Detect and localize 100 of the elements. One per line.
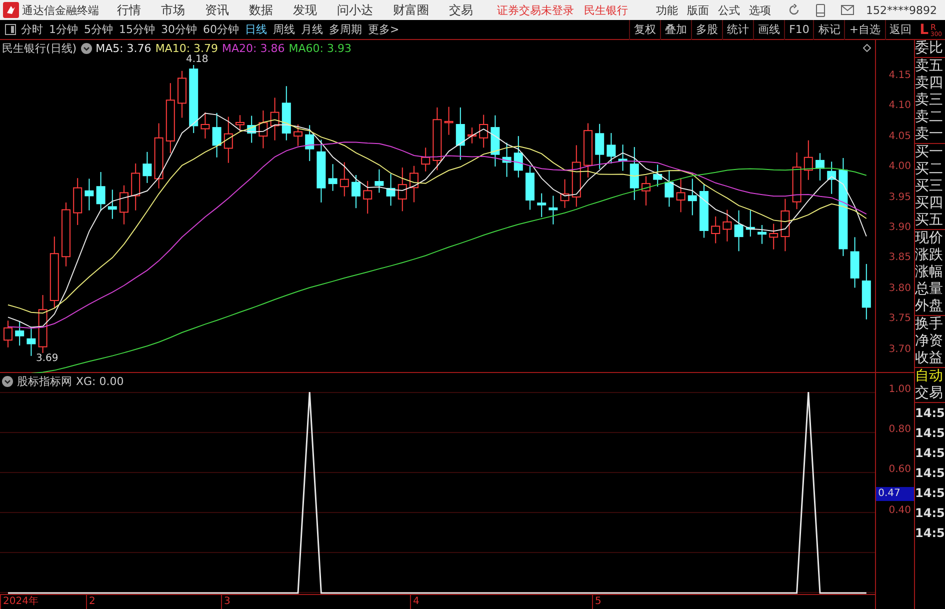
period-tab[interactable]: 分时 xyxy=(21,22,43,37)
quote-label: 卖五 xyxy=(915,58,944,75)
menu-item[interactable]: 功能 xyxy=(656,2,678,18)
quote-label: 总量 xyxy=(915,281,944,298)
quote-label: 卖三 xyxy=(915,92,944,109)
period-tab[interactable]: 15分钟 xyxy=(119,22,155,37)
toolbar-button[interactable]: 标记 xyxy=(813,20,844,40)
ma-legend: MA60: 3.93 xyxy=(288,42,352,55)
mail-icon[interactable] xyxy=(841,5,854,15)
toolbar-button[interactable]: 复权 xyxy=(629,20,660,40)
quote-label: 换手 xyxy=(915,316,944,333)
price-axis-label: 4.05 xyxy=(888,130,912,142)
price-axis-label: 3.80 xyxy=(888,282,912,294)
menu-item[interactable]: 市场 xyxy=(161,2,185,18)
quote-label: 买三 xyxy=(915,178,944,195)
trade-time: 14:5 xyxy=(915,405,945,422)
quote-label: 买二 xyxy=(915,161,944,178)
refresh-icon[interactable] xyxy=(788,4,800,16)
ma-legend: MA20: 3.86 xyxy=(222,42,285,55)
ma-legend: MA5: 3.76 xyxy=(96,42,152,55)
menu-item[interactable]: 问小达 xyxy=(337,2,373,18)
toolbar-button[interactable]: 统计 xyxy=(722,20,754,40)
settings-icon[interactable] xyxy=(2,376,13,387)
period-tab[interactable]: 日线 xyxy=(245,22,267,37)
menu-item[interactable]: 发现 xyxy=(293,2,317,18)
menu-item[interactable]: 资讯 xyxy=(205,2,229,18)
indicator-axis-label: 1.00 xyxy=(888,384,912,395)
menu-item[interactable]: 交易 xyxy=(449,2,473,18)
period-tab[interactable]: 30分钟 xyxy=(161,22,197,37)
date-axis-label: 2024年 xyxy=(0,595,38,609)
layout-label: L xyxy=(920,22,929,38)
quote-label: 卖二 xyxy=(915,109,944,126)
price-axis-label: 3.70 xyxy=(888,344,912,355)
quote-label: 买五 xyxy=(915,212,944,229)
trade-time: 14:5 xyxy=(915,505,945,522)
trade-time: 14:5 xyxy=(915,525,945,542)
toolbar-button[interactable]: +自选 xyxy=(844,20,885,40)
period-tab[interactable]: 更多> xyxy=(368,22,400,37)
date-axis-label: 4 xyxy=(410,595,420,609)
ma-legend: MA10: 3.79 xyxy=(155,42,218,55)
app-title: 通达信金融终端 xyxy=(22,2,99,18)
price-axis-label: 3.90 xyxy=(888,222,912,233)
auto-label[interactable]: 自动 xyxy=(915,368,945,385)
login-status[interactable]: 证券交易未登录 xyxy=(497,2,574,18)
menu-item[interactable]: 选项 xyxy=(749,2,771,18)
chart-title: 民生银行(日线) xyxy=(2,41,77,56)
toolbar-button[interactable]: 叠加 xyxy=(660,20,692,40)
price-axis-label: 4.00 xyxy=(888,161,912,172)
menu-item[interactable]: 版面 xyxy=(687,2,709,18)
quote-label: 委比 xyxy=(915,40,944,57)
menu-item[interactable]: 行情 xyxy=(117,2,141,18)
date-axis-label: 3 xyxy=(221,595,230,609)
indicator-title: 股标指标网 xyxy=(17,374,72,389)
price-axis-label: 4.10 xyxy=(888,100,912,112)
quote-label: 卖一 xyxy=(915,126,944,143)
date-axis-label: 2 xyxy=(86,595,96,609)
settings-icon[interactable] xyxy=(80,43,92,54)
period-tab[interactable]: 60分钟 xyxy=(203,22,239,37)
price-axis-label: 3.75 xyxy=(888,313,912,324)
quote-label: 收益 xyxy=(915,350,944,367)
quote-label: 净资 xyxy=(915,333,944,350)
phone-icon[interactable] xyxy=(816,4,825,16)
quote-label: 卖四 xyxy=(915,75,944,92)
period-tab[interactable]: 1分钟 xyxy=(49,22,78,37)
menu-item[interactable]: 财富圈 xyxy=(393,2,429,18)
trade-time: 14:5 xyxy=(915,445,945,462)
period-tab[interactable]: 多周期 xyxy=(329,22,362,37)
toolbar-button[interactable]: 画线 xyxy=(753,20,784,40)
date-axis-label: 5 xyxy=(592,595,602,609)
indicator-reading: XG: 0.00 xyxy=(76,375,124,388)
panel-toggle-icon[interactable] xyxy=(5,24,16,35)
stock-name-link[interactable]: 民生银行 xyxy=(584,2,628,18)
cursor-value-label: 0.47 xyxy=(876,487,914,501)
price-axis-label: 3.85 xyxy=(888,252,912,264)
high-price-label: 4.18 xyxy=(186,54,208,65)
quote-label: 涨幅 xyxy=(915,264,944,281)
price-axis-label: 3.95 xyxy=(888,192,912,203)
logo-icon xyxy=(3,2,19,18)
toolbar-button[interactable]: 多股 xyxy=(691,20,722,40)
account-number[interactable]: 152****9892 xyxy=(866,4,937,16)
price-axis-label: 4.15 xyxy=(888,70,912,81)
period-tab[interactable]: 周线 xyxy=(273,22,295,37)
quote-label: 现价 xyxy=(915,230,944,247)
diamond-icon[interactable] xyxy=(863,44,872,52)
indicator-axis-label: 0.40 xyxy=(888,504,912,516)
indicator-axis-label: 0.80 xyxy=(888,424,912,436)
menu-item[interactable]: 数据 xyxy=(249,2,273,18)
quote-label: 买一 xyxy=(915,144,944,161)
trade-time: 14:5 xyxy=(915,485,945,502)
period-tab[interactable]: 月线 xyxy=(301,22,323,37)
quote-label: 买四 xyxy=(915,195,944,212)
quote-label: 外盘 xyxy=(915,298,944,315)
period-tab[interactable]: 5分钟 xyxy=(84,22,113,37)
indicator-axis-label: 0.60 xyxy=(888,464,912,476)
menu-item[interactable]: 公式 xyxy=(718,2,740,18)
toolbar-button[interactable]: 返回 xyxy=(884,20,916,40)
quote-label: 涨跌 xyxy=(915,247,944,264)
layout-label: R xyxy=(930,24,938,30)
trade-label: 交易 xyxy=(915,385,944,402)
toolbar-button[interactable]: F10 xyxy=(784,20,814,40)
